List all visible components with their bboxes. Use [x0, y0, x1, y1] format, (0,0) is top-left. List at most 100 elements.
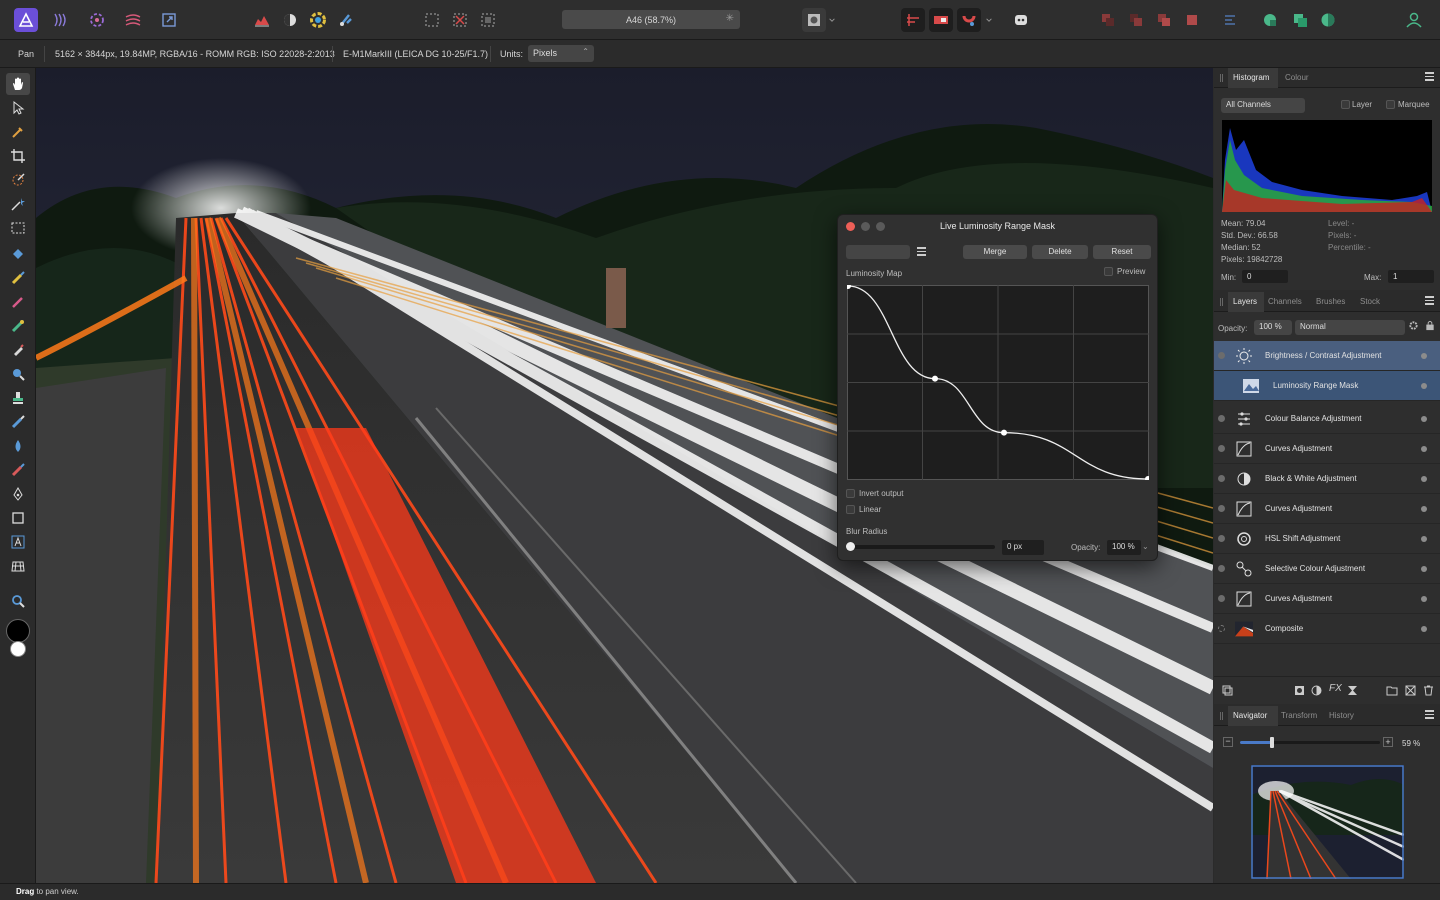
persona-panel-icon-2[interactable] [1288, 8, 1312, 32]
layer-visibility-toggle[interactable] [1218, 535, 1225, 542]
panel-grip[interactable] [1220, 74, 1223, 82]
align-icon[interactable] [1218, 8, 1242, 32]
opacity-select[interactable]: 100 % [1254, 320, 1292, 335]
tab-colour[interactable]: Colour [1285, 73, 1309, 82]
new-pixel-layer-icon[interactable] [1405, 685, 1416, 698]
layer-row[interactable]: Black & White Adjustment [1214, 464, 1440, 494]
tab-brushes[interactable]: Brushes [1316, 297, 1345, 306]
magnet-icon[interactable] [957, 8, 981, 32]
persona-panel-icon-1[interactable] [1258, 8, 1282, 32]
luminosity-curve-graph[interactable] [847, 285, 1149, 480]
layer-visibility-dot[interactable] [1421, 416, 1427, 422]
reset-button[interactable]: Reset [1093, 245, 1151, 259]
export-persona-icon[interactable] [157, 8, 181, 32]
panel-grip[interactable] [1220, 712, 1223, 720]
layer-row[interactable]: Curves Adjustment [1214, 434, 1440, 464]
fill-tool-icon[interactable] [6, 243, 30, 265]
mask-icon[interactable] [278, 8, 302, 32]
trash-icon[interactable] [1423, 685, 1434, 698]
remove-selection-icon[interactable] [448, 8, 472, 32]
layer-visibility-toggle[interactable] [1218, 415, 1225, 422]
colour-replacement-icon[interactable] [6, 291, 30, 313]
layer-row[interactable]: HSL Shift Adjustment [1214, 524, 1440, 554]
text-tool-icon[interactable] [6, 531, 30, 553]
document-canvas[interactable]: Live Luminosity Range Mask Merge Delete … [36, 68, 1213, 883]
develop-persona-icon[interactable] [85, 8, 109, 32]
tone-mapping-persona-icon[interactable] [121, 8, 145, 32]
layer-visibility-toggle[interactable] [1218, 565, 1225, 572]
layer-row[interactable]: Brightness / Contrast Adjustment [1214, 341, 1440, 371]
blend-mode-select[interactable]: Normal [1295, 320, 1405, 335]
colour-wheel-icon[interactable] [306, 8, 330, 32]
zoom-tool-icon[interactable] [6, 590, 30, 612]
arrange-backward-icon[interactable] [1124, 8, 1148, 32]
layer-visibility-toggle[interactable] [1218, 475, 1225, 482]
view-mode-icon[interactable] [929, 8, 953, 32]
crop-tool-icon[interactable] [6, 145, 30, 167]
marquee-select-icon[interactable] [420, 8, 444, 32]
chevron-down-icon-2[interactable] [983, 8, 995, 32]
colour-picker-icon[interactable] [6, 121, 30, 143]
panel-menu-icon[interactable] [1425, 72, 1434, 82]
quick-mask-icon[interactable] [802, 8, 826, 32]
lock-icon[interactable] [1425, 320, 1435, 331]
blur-radius-slider-handle[interactable] [846, 542, 855, 551]
clone-tool-icon[interactable] [6, 387, 30, 409]
layer-visibility-dot[interactable] [1421, 353, 1427, 359]
layer-row[interactable]: Curves Adjustment [1214, 584, 1440, 614]
layer-visibility-dot[interactable] [1421, 446, 1427, 452]
layer-visibility-toggle[interactable] [1218, 445, 1225, 452]
channel-select[interactable]: All Channels [1221, 98, 1305, 113]
units-select[interactable]: Pixels [528, 45, 594, 62]
layer-visibility-toggle[interactable] [1218, 505, 1225, 512]
arrange-front-icon[interactable] [1180, 8, 1204, 32]
panel-menu-icon[interactable] [1425, 710, 1434, 720]
layer-visibility-dot[interactable] [1421, 476, 1427, 482]
blur-radius-field[interactable]: 0 px [1002, 540, 1044, 555]
layer-visibility-dot[interactable] [1421, 566, 1427, 572]
navigator-preview[interactable] [1251, 765, 1404, 879]
panel-menu-icon[interactable] [1425, 296, 1434, 306]
preset-menu-icon[interactable] [917, 247, 926, 256]
blur-radius-slider[interactable] [847, 545, 995, 549]
gear-icon[interactable] [1408, 320, 1419, 331]
primary-colour-swatch[interactable] [6, 619, 30, 643]
invert-output-checkbox[interactable] [846, 489, 855, 498]
tab-history[interactable]: History [1329, 711, 1354, 720]
flood-select-icon[interactable] [6, 193, 30, 215]
marquee-tool-icon[interactable] [6, 217, 30, 239]
selection-brush-icon[interactable] [6, 169, 30, 191]
folder-icon[interactable] [1386, 685, 1398, 698]
snapping-icon[interactable] [901, 8, 925, 32]
mesh-warp-icon[interactable] [6, 555, 30, 577]
curve-control-point[interactable] [1001, 429, 1007, 436]
dodge-tool-icon[interactable] [6, 363, 30, 385]
layer-row[interactable]: Colour Balance Adjustment [1214, 404, 1440, 434]
delete-button[interactable]: Delete [1032, 245, 1088, 259]
layer-visibility-dot[interactable] [1421, 626, 1427, 632]
merge-button[interactable]: Merge [963, 245, 1027, 259]
inpainting-brush-icon[interactable] [6, 411, 30, 433]
mask-layer-icon[interactable] [1294, 685, 1305, 698]
layer-visibility-dot[interactable] [1421, 383, 1427, 389]
secondary-colour-swatch[interactable] [10, 641, 26, 657]
zoom-slider[interactable] [1240, 737, 1380, 748]
zoom-in-button[interactable]: + [1383, 737, 1393, 747]
mixer-brush-icon[interactable] [6, 315, 30, 337]
chevron-down-icon[interactable] [826, 8, 838, 32]
rectangle-tool-icon[interactable] [6, 507, 30, 529]
hand-tool-icon[interactable] [6, 73, 30, 95]
assistant-icon[interactable] [1009, 8, 1033, 32]
adjustment-icon[interactable] [1311, 685, 1322, 698]
layer-options-icon[interactable] [1222, 685, 1233, 698]
arrange-back-icon[interactable] [1096, 8, 1120, 32]
dialog-opacity-field[interactable]: 100 % [1107, 540, 1141, 555]
layer-row[interactable]: Selective Colour Adjustment [1214, 554, 1440, 584]
brush-icon[interactable] [334, 8, 358, 32]
live-filter-icon[interactable] [1347, 685, 1358, 698]
linear-checkbox[interactable] [846, 505, 855, 514]
blur-brush-icon[interactable] [6, 435, 30, 457]
layer-visibility-dot[interactable] [1421, 506, 1427, 512]
pen-tool-icon[interactable] [6, 483, 30, 505]
red-eye-brush-icon[interactable] [6, 459, 30, 481]
